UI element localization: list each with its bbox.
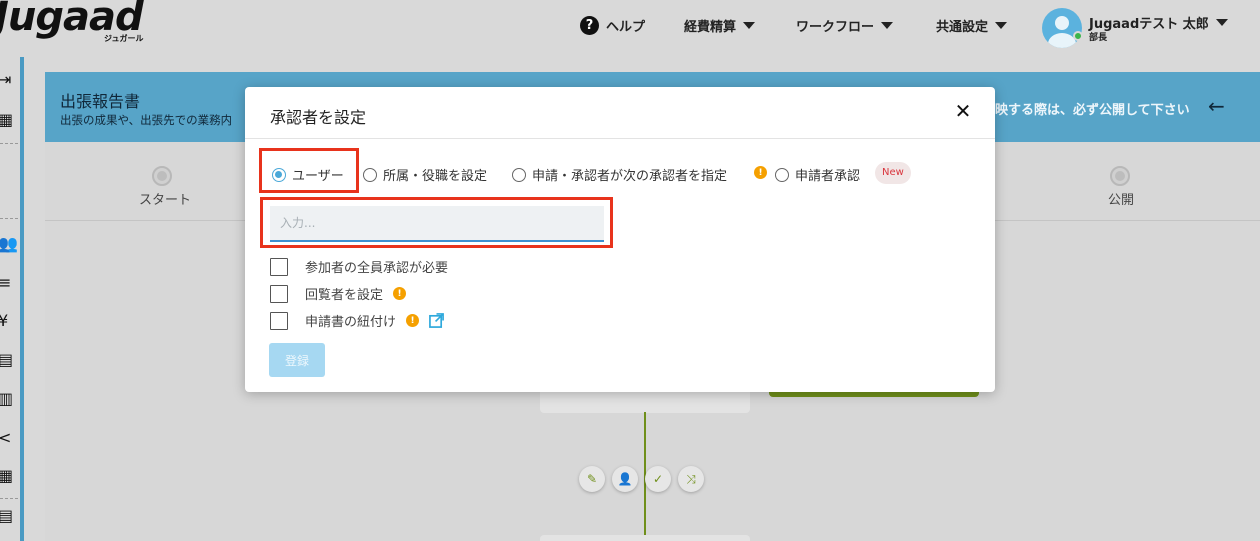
user-menu[interactable]: Jugaadテスト 太郎 <box>1089 11 1228 33</box>
flow-node <box>540 535 750 541</box>
checkbox-icon <box>270 284 288 303</box>
building-icon[interactable]: ▦ <box>0 112 14 128</box>
dialog-divider <box>245 138 995 139</box>
app-logo-sub: ジュガール <box>104 34 144 43</box>
radio-next-approver-label: 申請・承認者が次の承認者を指定 <box>532 169 728 184</box>
page-subtitle: 出張の成果や、出張先での業務内 <box>60 113 233 127</box>
rail-divider <box>0 498 18 499</box>
step-start-icon <box>152 166 172 186</box>
chevron-down-icon <box>1215 18 1228 26</box>
rail-divider <box>0 218 18 219</box>
nav-expense-label: 経費精算 <box>684 19 737 35</box>
radio-icon <box>363 167 377 182</box>
external-link-icon[interactable] <box>429 313 444 328</box>
nav-expense[interactable]: 経費精算 <box>684 14 756 36</box>
user-role: 部長 <box>1089 33 1108 43</box>
info-icon[interactable]: ! <box>754 166 767 179</box>
document-icon[interactable]: ▤ <box>0 352 14 368</box>
yen-icon[interactable]: ¥ <box>0 313 14 329</box>
flow-node-active <box>769 392 979 397</box>
chevron-down-icon <box>995 21 1008 29</box>
avatar[interactable] <box>1042 8 1082 48</box>
checkbox-link-application[interactable]: 申請書の紐付け ! <box>270 311 444 330</box>
checkbox-icon <box>270 257 288 276</box>
logout-icon[interactable]: ⇥ <box>0 72 14 88</box>
radio-department-role[interactable]: 所属・役職を設定 <box>363 165 487 184</box>
radio-department-role-label: 所属・役職を設定 <box>383 169 488 184</box>
chevron-down-icon <box>881 21 894 29</box>
list-icon[interactable]: ≡ <box>0 275 14 291</box>
step-publish-label: 公開 <box>1108 193 1135 208</box>
highlight-box <box>260 197 613 248</box>
nav-workflow-label: ワークフロー <box>796 19 875 35</box>
help-label: ヘルプ <box>606 19 646 35</box>
checkbox-all-participants[interactable]: 参加者の全員承認が必要 <box>270 257 448 276</box>
register-button[interactable]: 登録 <box>269 343 325 377</box>
online-status-dot <box>1073 31 1083 41</box>
checkbox-all-participants-label: 参加者の全員承認が必要 <box>305 261 449 276</box>
rail-divider <box>0 143 18 144</box>
close-icon[interactable]: ✕ <box>951 99 975 123</box>
nav-common-settings-label: 共通設定 <box>936 19 989 35</box>
dialog-title: 承認者を設定 <box>270 108 367 127</box>
checkbox-set-viewers-label: 回覧者を設定 <box>305 288 384 303</box>
add-approver-icon[interactable]: 👤 <box>612 466 638 492</box>
help-icon: ? <box>580 15 599 35</box>
new-badge: New <box>875 162 911 184</box>
check-icon[interactable]: ✓ <box>645 466 671 492</box>
nav-common-settings[interactable]: 共通設定 <box>936 14 1008 36</box>
chevron-down-icon <box>743 21 756 29</box>
help-link[interactable]: ? ヘルプ <box>580 14 645 36</box>
approver-dialog: 承認者を設定 ✕ ユーザー 所属・役職を設定 申請・承認者が次の承認者を指定 !… <box>245 87 995 392</box>
checkbox-link-application-label: 申請書の紐付け <box>305 315 397 330</box>
radio-applicant-approval-label: 申請者承認 <box>795 169 861 184</box>
radio-applicant-approval[interactable]: 申請者承認 <box>775 165 860 184</box>
news-icon[interactable]: ▤ <box>0 508 14 524</box>
flow-node <box>540 392 750 413</box>
checkbox-set-viewers[interactable]: 回覧者を設定 ! <box>270 284 407 303</box>
rail-accent-line <box>20 57 24 541</box>
edit-icon[interactable]: ✎ <box>579 466 605 492</box>
share-icon[interactable]: < <box>0 430 14 446</box>
info-icon[interactable]: ! <box>406 314 420 327</box>
step-start-label: スタート <box>139 193 192 208</box>
grid-icon[interactable]: ▦ <box>0 468 14 484</box>
report-icon[interactable]: ▥ <box>0 391 14 407</box>
users-icon[interactable]: 👥 <box>0 236 18 252</box>
nav-workflow[interactable]: ワークフロー <box>796 14 894 36</box>
user-name: Jugaadテスト 太郎 <box>1089 16 1209 32</box>
shuffle-icon[interactable]: ⤨ <box>678 466 704 492</box>
page-title: 出張報告書 <box>60 92 141 111</box>
radio-icon <box>512 167 526 182</box>
radio-icon <box>775 167 789 182</box>
checkbox-icon <box>270 311 288 330</box>
info-icon[interactable]: ! <box>393 287 407 300</box>
publish-note: 映する際は、必ず公開して下さい <box>995 103 1190 118</box>
step-publish-icon <box>1110 166 1130 186</box>
radio-next-approver[interactable]: 申請・承認者が次の承認者を指定 <box>512 165 727 184</box>
highlight-box <box>259 148 359 193</box>
back-arrow-icon[interactable]: ← <box>1208 94 1225 118</box>
